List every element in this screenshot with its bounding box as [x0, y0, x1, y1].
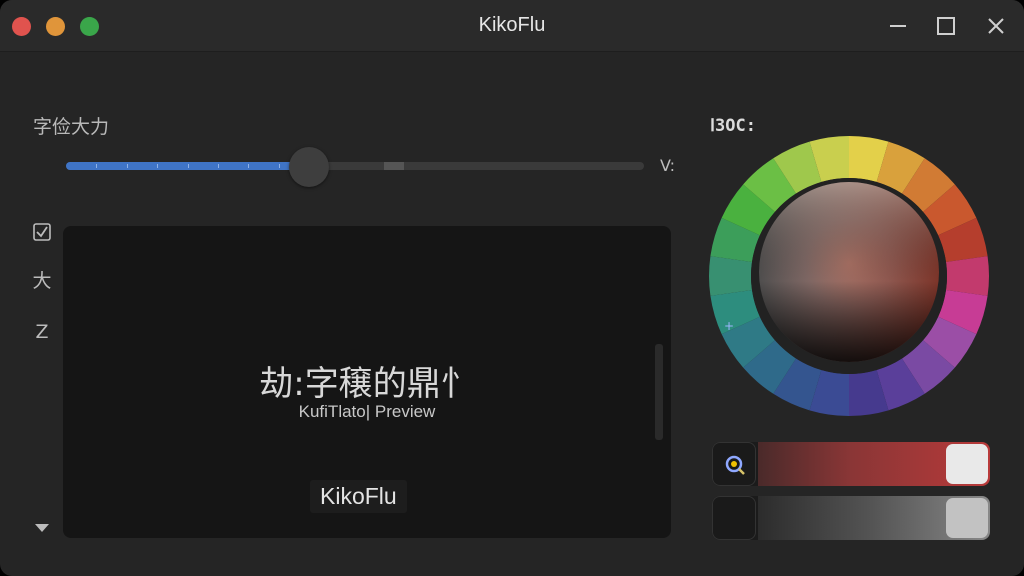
red-color-bar[interactable]: [712, 442, 990, 486]
slider-thumb[interactable]: [289, 147, 329, 187]
preview-subtitle: KufiTlato| Preview: [298, 402, 436, 421]
slider-segment: [384, 162, 404, 170]
preview-title: 劫:字穣的鼎忄: [259, 364, 475, 404]
slider-tick: [96, 164, 97, 168]
z-tool[interactable]: Z: [30, 320, 54, 344]
title-bar[interactable]: KikoFlu: [0, 0, 1024, 52]
black-swatch[interactable]: [712, 496, 756, 540]
preview-panel: 劫:字穣的鼎忄 KufiTlato| Preview KikoFlu: [63, 226, 671, 538]
close-button[interactable]: [984, 14, 1008, 38]
minimize-icon: [890, 25, 906, 27]
app-window: KikoFlu 字俭大力 V: 大 Z 劫:字穣的鼎忄 KufiTlato| P…: [0, 0, 1024, 576]
slider-tick: [188, 164, 189, 168]
chevron-down-icon[interactable]: [35, 524, 49, 532]
big-text-tool[interactable]: 大: [30, 269, 54, 293]
slider-tick: [218, 164, 219, 168]
wheel-segment[interactable]: [946, 256, 989, 296]
maximize-button[interactable]: [934, 14, 958, 38]
svg-text:+: +: [724, 319, 734, 333]
slider-tick: [157, 164, 158, 168]
size-slider-track[interactable]: [66, 162, 644, 170]
window-title: KikoFlu: [478, 14, 546, 36]
preview-badge: KikoFlu: [310, 480, 407, 513]
slider-tick: [127, 164, 128, 168]
slider-tick: [248, 164, 249, 168]
wheel-segment[interactable]: [709, 256, 752, 296]
red-swatch[interactable]: [946, 444, 988, 484]
color-wheel[interactable]: +: [704, 130, 994, 422]
gray-color-bar[interactable]: [712, 496, 990, 540]
maximize-icon: [937, 17, 955, 35]
checkbox-icon: [33, 223, 51, 241]
gray-swatch[interactable]: [946, 498, 988, 538]
preview-scrollbar[interactable]: [655, 344, 663, 440]
slider-label: 字俭大力: [33, 116, 110, 138]
eyedropper-button[interactable]: [712, 442, 756, 486]
slider-value-label: V:: [660, 156, 676, 175]
slider-tick: [279, 164, 280, 168]
minimize-button[interactable]: [886, 14, 910, 38]
close-icon: [988, 18, 1004, 34]
checkbox-tool[interactable]: [30, 220, 54, 244]
slider-fill: [66, 162, 309, 170]
eyedropper-icon: [723, 453, 747, 477]
